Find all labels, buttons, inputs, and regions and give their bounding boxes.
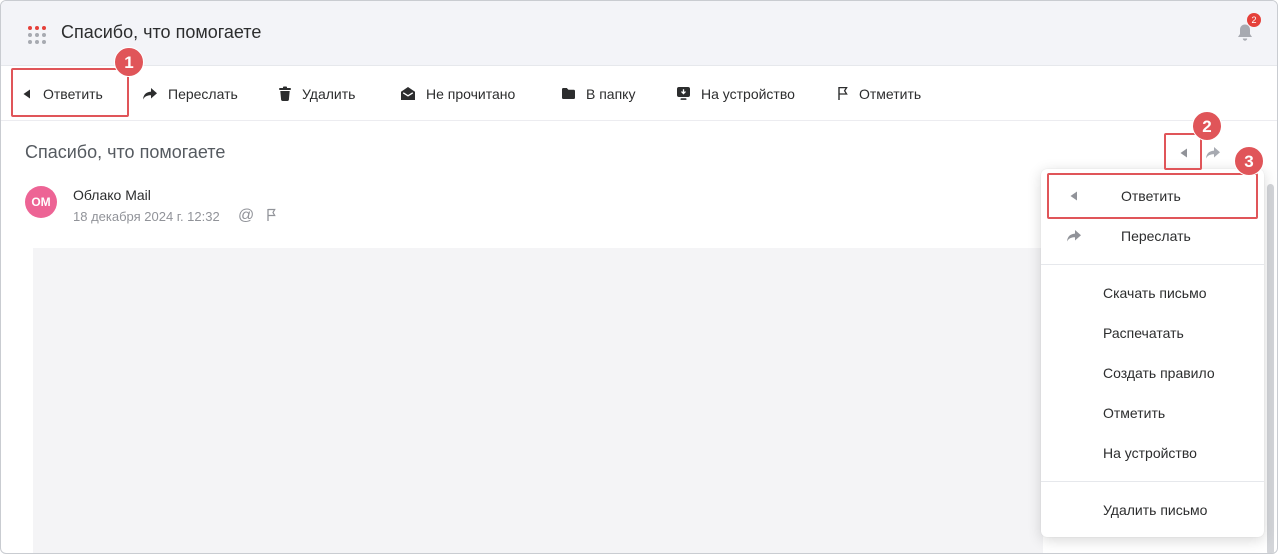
menu-to-device-label: На устройство: [1103, 445, 1197, 461]
header: Спасибо, что помогаете 2: [1, 1, 1277, 66]
forward-button[interactable]: Переслать: [142, 66, 238, 121]
to-folder-label: В папку: [586, 85, 636, 102]
reply-icon: [1180, 148, 1187, 158]
menu-item-reply[interactable]: Ответить: [1041, 176, 1264, 216]
menu-mark-label: Отметить: [1103, 405, 1166, 421]
letter-forward-button[interactable]: [1201, 136, 1225, 170]
header-title: Спасибо, что помогаете: [61, 22, 262, 42]
mark-unread-label: Не прочитано: [426, 85, 516, 102]
forward-icon: [143, 87, 157, 99]
menu-forward-label: Переслать: [1121, 228, 1191, 244]
sender-name[interactable]: Облако Mail: [73, 187, 151, 203]
reply-icon: [23, 89, 30, 98]
mark-label: Отметить: [859, 85, 922, 102]
menu-download-label: Скачать письмо: [1103, 285, 1207, 301]
menu-item-to-device[interactable]: На устройство: [1041, 433, 1264, 473]
menu-divider: [1041, 481, 1264, 482]
to-folder-button[interactable]: В папку: [561, 66, 635, 121]
sender-avatar[interactable]: OM: [25, 186, 57, 218]
mail-window: Спасибо, что помогаете 2 Ответить Пересл…: [0, 0, 1278, 554]
forward-icon: [1067, 230, 1081, 242]
reply-icon: [1070, 191, 1077, 201]
menu-reply-label: Ответить: [1121, 188, 1181, 204]
reply-label: Ответить: [43, 85, 103, 102]
mark-unread-button[interactable]: Не прочитано: [400, 66, 515, 121]
step-badge-3: 3: [1234, 146, 1264, 176]
menu-divider: [1041, 264, 1264, 265]
forward-label: Переслать: [168, 85, 238, 102]
notification-badge: 2: [1247, 13, 1261, 27]
menu-item-mark[interactable]: Отметить: [1041, 393, 1264, 433]
apps-grid-icon[interactable]: [28, 26, 46, 44]
reply-button[interactable]: Ответить: [21, 66, 103, 121]
open-envelope-icon: [401, 87, 415, 100]
to-device-button[interactable]: На устройство: [676, 66, 795, 121]
letter-body: [33, 248, 1043, 553]
step-badge-2: 2: [1192, 111, 1222, 141]
menu-create-rule-label: Создать правило: [1103, 365, 1215, 381]
flag-icon: [838, 86, 848, 100]
delete-button[interactable]: Удалить: [278, 66, 355, 121]
letter-subject: Спасибо, что помогаете: [25, 142, 226, 162]
letter-reply-button[interactable]: [1167, 136, 1201, 170]
trash-icon: [279, 86, 291, 101]
forward-icon: [1206, 147, 1220, 159]
letter-date: 18 декабря 2024 г. 12:32: [73, 209, 220, 224]
at-icon[interactable]: @: [238, 207, 254, 225]
menu-print-label: Распечатать: [1103, 325, 1184, 341]
scrollbar[interactable]: [1267, 184, 1274, 553]
mark-button[interactable]: Отметить: [837, 66, 921, 121]
menu-item-create-rule[interactable]: Создать правило: [1041, 353, 1264, 393]
letter-actions-menu: Ответить Переслать Скачать письмо Распеч…: [1041, 169, 1264, 537]
menu-item-forward[interactable]: Переслать: [1041, 216, 1264, 256]
menu-item-print[interactable]: Распечатать: [1041, 313, 1264, 353]
toolbar: Ответить Переслать Удалить Не прочитано …: [1, 66, 1277, 121]
to-device-label: На устройство: [701, 85, 795, 102]
menu-item-download[interactable]: Скачать письмо: [1041, 273, 1264, 313]
folder-icon: [562, 88, 575, 99]
delete-label: Удалить: [302, 85, 356, 102]
step-badge-1: 1: [114, 47, 144, 77]
menu-delete-label: Удалить письмо: [1103, 502, 1208, 518]
menu-item-delete[interactable]: Удалить письмо: [1041, 490, 1264, 530]
flag-icon[interactable]: [266, 208, 277, 227]
download-device-icon: [677, 87, 690, 100]
